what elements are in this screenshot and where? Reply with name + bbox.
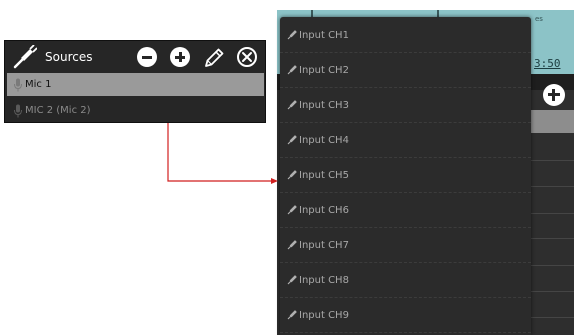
source-row-mic-1[interactable]: Mic 1 [7, 73, 264, 96]
row-divider [531, 160, 574, 161]
dropdown-item-label: Input CH8 [299, 274, 349, 286]
close-sources-button[interactable] [237, 47, 257, 67]
row-divider [531, 186, 574, 187]
sources-header: Sources [5, 41, 265, 71]
dropdown-item-label: Input CH6 [299, 204, 349, 216]
source-row-mic-2[interactable]: MIC 2 (Mic 2) [7, 99, 264, 122]
sources-title: Sources [45, 50, 93, 64]
row-divider [531, 291, 574, 292]
plug-icon [13, 45, 37, 69]
preview-caption: es [535, 15, 543, 23]
add-source-button[interactable] [170, 47, 190, 67]
dropdown-item-label: Input CH7 [299, 239, 349, 251]
dropdown-item-input-ch1[interactable]: Input CH1 [280, 18, 531, 53]
dropdown-item-label: Input CH9 [299, 309, 349, 321]
source-label: Mic 1 [25, 79, 52, 90]
dropdown-item-label: Input CH3 [299, 99, 349, 111]
background-selected-row[interactable] [531, 110, 574, 133]
plug-icon [287, 170, 297, 180]
sources-panel: Sources Mic 1 MIC 2 (Mic 2) [4, 40, 266, 123]
dropdown-item-input-ch3[interactable]: Input CH3 [280, 88, 531, 123]
plug-icon [287, 310, 297, 320]
edit-source-button[interactable] [202, 46, 226, 70]
clock-readout: 3:50 [534, 57, 561, 70]
plug-icon [287, 30, 297, 40]
source-label: MIC 2 (Mic 2) [25, 105, 91, 116]
microphone-icon [14, 78, 22, 91]
dropdown-item-input-ch8[interactable]: Input CH8 [280, 263, 531, 298]
plus-icon [552, 89, 555, 101]
microphone-icon [14, 104, 22, 117]
dropdown-item-label: Input CH2 [299, 64, 349, 76]
row-divider [531, 265, 574, 266]
plug-icon [287, 275, 297, 285]
dropdown-item-label: Input CH1 [299, 29, 349, 41]
dropdown-item-input-ch6[interactable]: Input CH6 [280, 193, 531, 228]
remove-source-button[interactable] [137, 47, 157, 67]
close-circle-icon [242, 52, 252, 62]
background-add-button[interactable] [543, 84, 565, 106]
row-divider [531, 213, 574, 214]
plus-circle-icon [178, 52, 182, 62]
plug-icon [287, 65, 297, 75]
plug-icon [287, 205, 297, 215]
row-divider [531, 238, 574, 239]
row-divider [531, 317, 574, 318]
plug-icon [287, 135, 297, 145]
input-channel-dropdown[interactable]: Input CH1 Input CH2 Input CH3 Input CH4 … [280, 17, 531, 335]
dropdown-item-input-ch2[interactable]: Input CH2 [280, 53, 531, 88]
dropdown-item-input-ch4[interactable]: Input CH4 [280, 123, 531, 158]
dropdown-item-input-ch7[interactable]: Input CH7 [280, 228, 531, 263]
minus-circle-icon [142, 55, 152, 59]
dropdown-item-input-ch5[interactable]: Input CH5 [280, 158, 531, 193]
dropdown-item-label: Input CH4 [299, 134, 349, 146]
dropdown-item-label: Input CH5 [299, 169, 349, 181]
dropdown-item-input-ch9[interactable]: Input CH9 [280, 298, 531, 333]
plug-icon [287, 100, 297, 110]
plug-icon [287, 240, 297, 250]
